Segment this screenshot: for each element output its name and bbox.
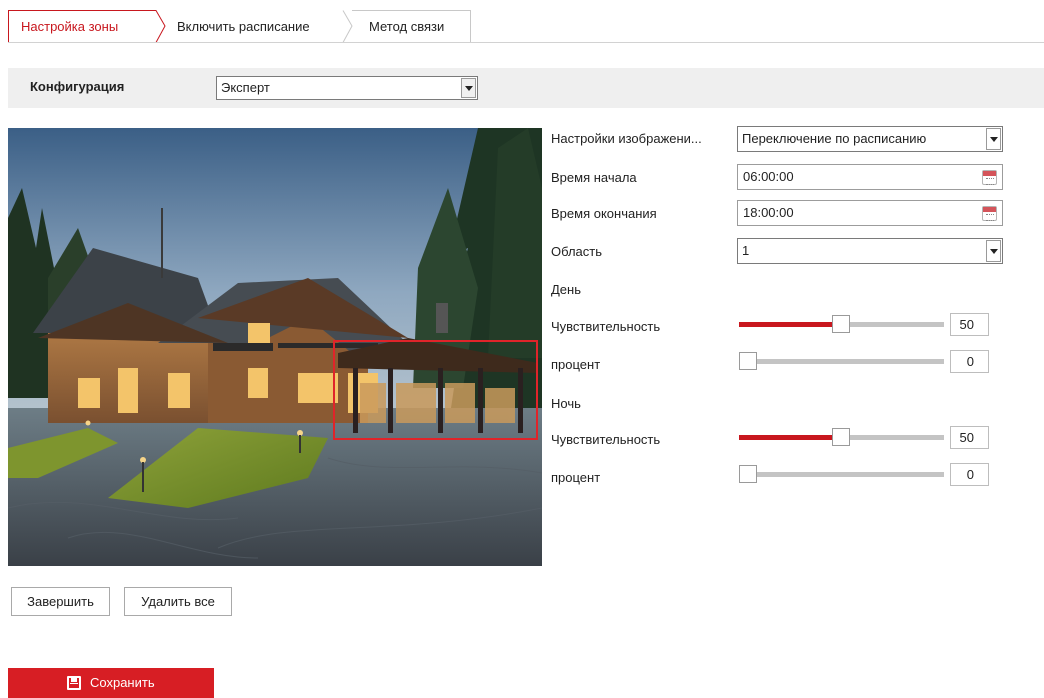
tab-bar: Настройка зоны Включить расписание Метод…: [0, 0, 1044, 43]
tab-divider-line: [8, 42, 1044, 43]
night-section-label: Ночь: [551, 396, 581, 411]
night-percent-value[interactable]: 0: [950, 463, 989, 486]
night-sensitivity-value[interactable]: 50: [950, 426, 989, 449]
day-percent-thumb[interactable]: [739, 352, 757, 370]
chevron-down-icon: [986, 128, 1001, 150]
tab-area-settings[interactable]: Настройка зоны: [21, 17, 118, 37]
start-time-label: Время начала: [551, 170, 637, 185]
tab-link-method[interactable]: Метод связи: [369, 17, 444, 37]
save-button[interactable]: Сохранить: [8, 668, 214, 698]
day-sensitivity-fill: [739, 322, 839, 327]
night-sensitivity-thumb[interactable]: [832, 428, 850, 446]
calendar-icon[interactable]: [982, 206, 997, 221]
day-section-label: День: [551, 282, 581, 297]
chevron-down-icon: [986, 240, 1001, 262]
floppy-disk-icon: [67, 676, 81, 690]
image-settings-select[interactable]: Переключение по расписанию: [737, 126, 1003, 152]
chevron-down-icon: [461, 78, 476, 98]
end-time-value: 18:00:00: [743, 205, 794, 220]
area-select-value: 1: [742, 243, 750, 258]
save-button-label: Сохранить: [90, 675, 155, 690]
image-settings-label: Настройки изображени...: [551, 131, 702, 146]
night-sensitivity-fill: [739, 435, 839, 440]
area-label: Область: [551, 244, 603, 259]
day-sensitivity-label: Чувствительность: [551, 319, 661, 334]
configuration-select-value: Эксперт: [221, 80, 270, 95]
configuration-select[interactable]: Эксперт: [216, 76, 478, 100]
start-time-value: 06:00:00: [743, 169, 794, 184]
delete-all-button[interactable]: Удалить все: [124, 587, 232, 616]
image-settings-select-value: Переключение по расписанию: [742, 131, 927, 146]
end-time-label: Время окончания: [551, 206, 657, 221]
night-percent-label: процент: [551, 470, 601, 485]
night-percent-slider[interactable]: [739, 465, 944, 483]
configuration-row: Конфигурация Эксперт: [8, 68, 1044, 108]
night-sensitivity-label: Чувствительность: [551, 432, 661, 447]
night-percent-thumb[interactable]: [739, 465, 757, 483]
configuration-label: Конфигурация: [30, 79, 125, 94]
day-percent-slider[interactable]: [739, 352, 944, 370]
area-select[interactable]: 1: [737, 238, 1003, 264]
calendar-icon[interactable]: [982, 170, 997, 185]
detection-area-rectangle[interactable]: [333, 340, 538, 440]
day-sensitivity-value[interactable]: 50: [950, 313, 989, 336]
end-time-input[interactable]: 18:00:00: [737, 200, 1003, 226]
day-sensitivity-slider[interactable]: [739, 315, 944, 333]
start-time-input[interactable]: 06:00:00: [737, 164, 1003, 190]
tab-enable-schedule[interactable]: Включить расписание: [177, 17, 310, 37]
finish-button[interactable]: Завершить: [11, 587, 110, 616]
day-percent-label: процент: [551, 357, 601, 372]
night-sensitivity-slider[interactable]: [739, 428, 944, 446]
day-sensitivity-thumb[interactable]: [832, 315, 850, 333]
day-percent-value[interactable]: 0: [950, 350, 989, 373]
camera-preview[interactable]: [8, 128, 542, 566]
